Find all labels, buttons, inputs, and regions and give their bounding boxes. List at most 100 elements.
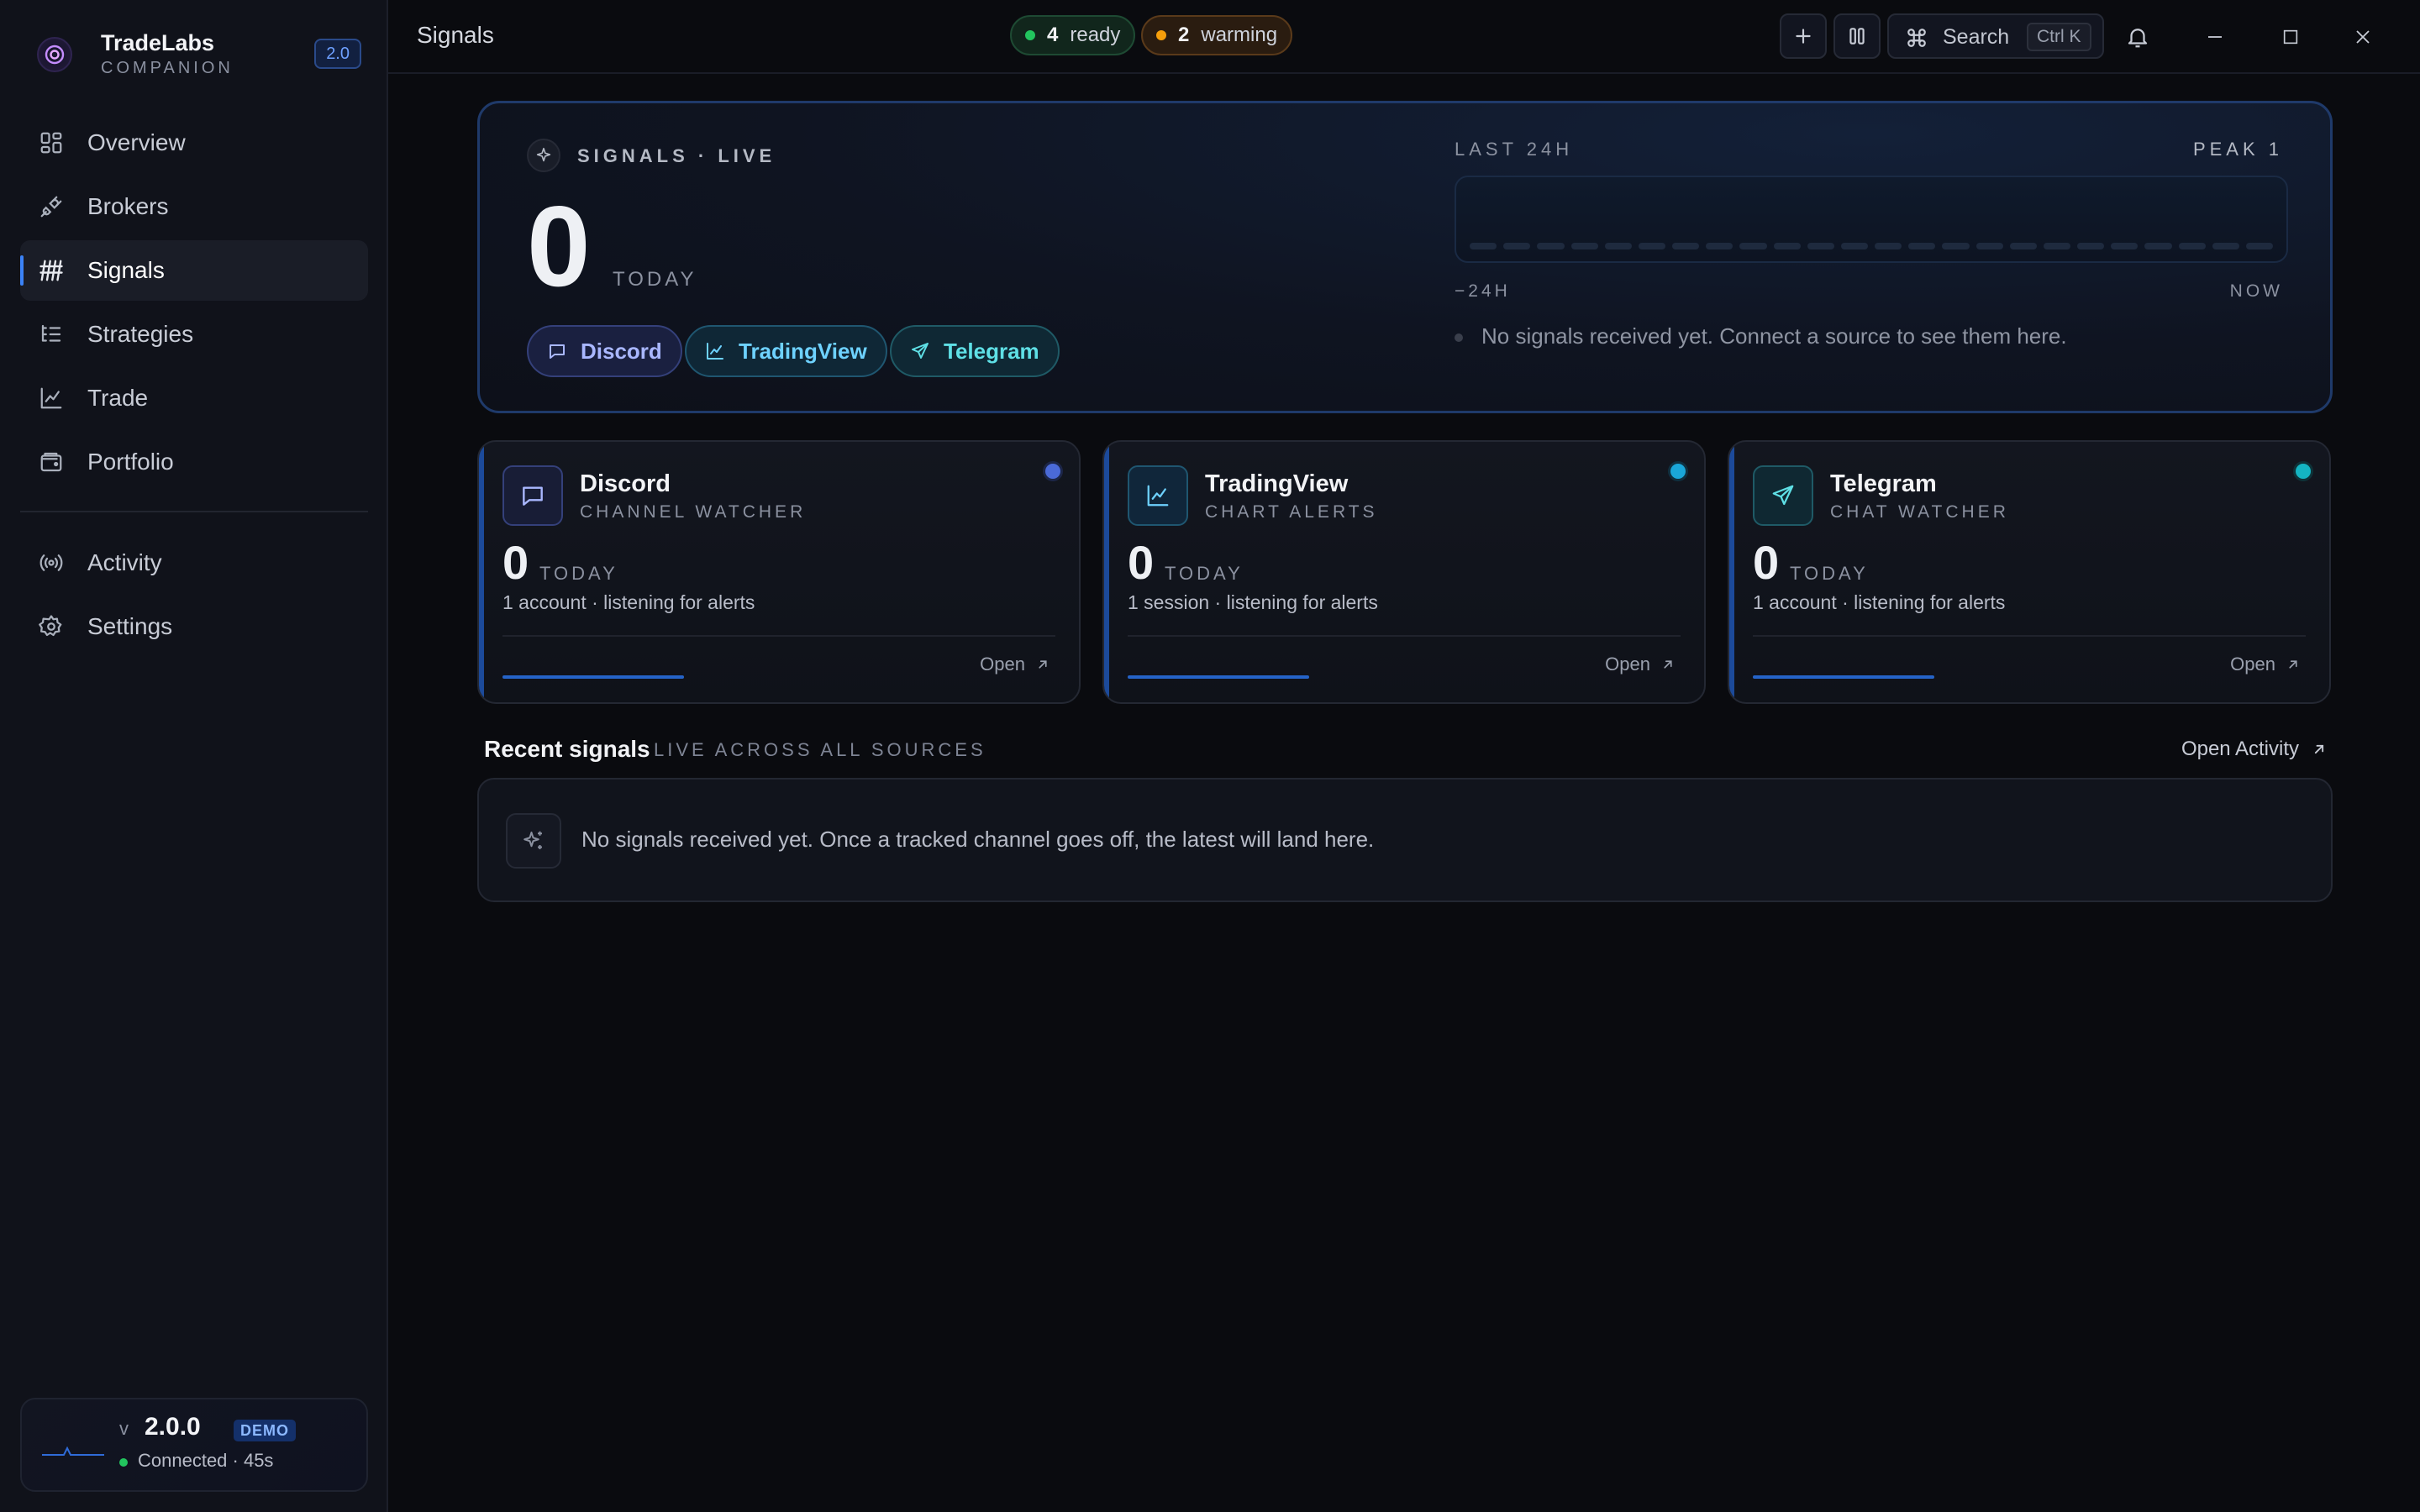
empty-dot — [1455, 333, 1463, 342]
sidebar-item-overview[interactable]: Overview — [20, 113, 368, 173]
sparkline-segment — [1503, 243, 1531, 249]
source-today-count: 0 — [502, 536, 529, 589]
open-label: Open — [980, 654, 1025, 675]
warming-status-pill[interactable]: 2 warming — [1141, 15, 1293, 55]
open-activity-label: Open Activity — [2181, 738, 2299, 760]
sidebar-item-label: Brokers — [87, 193, 169, 219]
source-today-label: TODAY — [1165, 563, 1244, 584]
sidebar-item-strategies[interactable]: Strategies — [20, 304, 368, 365]
divider — [1128, 635, 1681, 637]
list-tree-icon — [37, 320, 66, 349]
source-card-tradingview[interactable]: TradingView CHART ALERTS 0 TODAY 1 sessi… — [1102, 440, 1706, 704]
sidebar-item-activity[interactable]: Activity — [20, 533, 368, 593]
sidebar-item-label: Activity — [87, 549, 162, 575]
source-card-discord[interactable]: Discord CHANNEL WATCHER 0 TODAY 1 accoun… — [477, 440, 1081, 704]
peak-label: PEAK 1 — [2192, 139, 2283, 160]
recent-empty-message: No signals received yet. Once a tracked … — [581, 827, 1375, 852]
chip-label: TradingView — [739, 338, 867, 364]
source-today-count: 0 — [1128, 536, 1155, 589]
sparkline-icon — [42, 1446, 104, 1456]
sidebar-item-settings[interactable]: Settings — [20, 596, 368, 657]
sidebar-item-portfolio[interactable]: Portfolio — [20, 432, 368, 492]
sidebar-item-brokers[interactable]: Brokers — [20, 176, 368, 237]
open-source-link[interactable]: Open — [1605, 654, 1676, 675]
connected-dot — [119, 1458, 128, 1467]
sparkline-segment — [2043, 243, 2071, 249]
add-button[interactable] — [1780, 13, 1827, 59]
sparkline-segment — [1570, 243, 1598, 249]
search-shortcut: Ctrl K — [2027, 23, 2091, 51]
connection-status: Connected · 45s — [138, 1450, 274, 1471]
gear-icon — [37, 612, 66, 641]
panels-button[interactable] — [1833, 13, 1881, 59]
app-name: TradeLabs — [101, 30, 215, 55]
sparkline-segment — [2077, 243, 2105, 249]
grid-icon — [37, 129, 66, 157]
sidebar-item-signals[interactable]: Signals — [20, 240, 368, 301]
sparkline-segment — [2178, 243, 2206, 249]
connection-status-card[interactable]: v 2.0.0 DEMO Connected · 45s — [20, 1398, 368, 1492]
sidebar-item-label: Portfolio — [87, 449, 174, 475]
sidebar-nav: Overview Brokers Signals Strategies Trad… — [20, 113, 368, 660]
warming-count: 2 — [1178, 24, 1190, 46]
ready-status-pill[interactable]: 4 ready — [1010, 15, 1136, 55]
sidebar-item-trade[interactable]: Trade — [20, 368, 368, 428]
recent-signals-list: No signals received yet. Once a tracked … — [477, 778, 2333, 902]
open-activity-link[interactable]: Open Activity — [2181, 738, 2328, 761]
signals-today-label: TODAY — [613, 268, 697, 291]
axis-end-label: NOW — [2229, 281, 2283, 301]
sparkline-segment — [1672, 243, 1700, 249]
signals-icon — [37, 256, 66, 285]
source-name: Discord — [580, 470, 671, 497]
sidebar-item-label: Overview — [87, 129, 186, 155]
source-chip-telegram[interactable]: Telegram — [890, 325, 1060, 377]
message-icon — [502, 465, 563, 526]
sidebar-item-label: Trade — [87, 385, 149, 411]
close-button[interactable] — [2343, 17, 2383, 57]
notifications-button[interactable] — [2118, 17, 2158, 57]
sparkline-segment — [2111, 243, 2139, 249]
source-today-count: 0 — [1753, 536, 1780, 589]
command-icon — [1907, 29, 1926, 47]
source-today-label: TODAY — [1790, 563, 1869, 584]
open-source-link[interactable]: Open — [980, 654, 1050, 675]
sparkline-segment — [1875, 243, 1902, 249]
sparkline-segment — [1706, 243, 1733, 249]
status-indicator — [2296, 464, 2311, 479]
activity-sparkline — [1455, 176, 2288, 263]
source-description: 1 account · listening for alerts — [1753, 591, 2006, 613]
source-progress-bar — [502, 675, 684, 679]
live-eyebrow: SIGNALS · LIVE — [577, 145, 776, 166]
maximize-icon — [2283, 29, 2298, 45]
maximize-button[interactable] — [2270, 17, 2311, 57]
source-today-label: TODAY — [539, 563, 618, 584]
sidebar-divider — [20, 511, 368, 512]
arrow-up-right-icon — [2314, 744, 2324, 754]
version-number: 2.0.0 — [145, 1413, 201, 1441]
sparkline-segment — [1975, 243, 2003, 249]
source-card-telegram[interactable]: Telegram CHAT WATCHER 0 TODAY 1 account … — [1728, 440, 2331, 704]
status-indicator — [1670, 464, 1686, 479]
minimize-button[interactable] — [2195, 17, 2235, 57]
minimize-icon — [2208, 36, 2222, 38]
sparkline-segment — [2144, 243, 2172, 249]
send-icon — [910, 341, 930, 361]
sparkline-segment — [1942, 243, 1970, 249]
hero-empty-message: No signals received yet. Connect a sourc… — [1481, 323, 2067, 349]
source-chip-tradingview[interactable]: TradingView — [685, 325, 887, 377]
sparkline-segment — [1840, 243, 1869, 249]
divider — [502, 635, 1055, 637]
source-chip-discord[interactable]: Discord — [527, 325, 682, 377]
source-progress-bar — [1128, 675, 1309, 679]
top-bar: Signals 4 ready 2 warming Search Ctrl K — [388, 0, 2420, 74]
sparkline-segment — [1908, 243, 1936, 249]
status-indicator — [1045, 464, 1060, 479]
open-source-link[interactable]: Open — [2230, 654, 2301, 675]
chip-label: Discord — [581, 338, 662, 364]
sparkline-segment — [1470, 243, 1497, 249]
sidebar: TradeLabs COMPANION 2.0 Overview Brokers… — [0, 0, 388, 1512]
sidebar-item-label: Signals — [87, 257, 165, 283]
search-button[interactable]: Search Ctrl K — [1887, 13, 2104, 59]
plug-icon — [37, 192, 66, 221]
sparkline-segment — [1537, 243, 1565, 249]
